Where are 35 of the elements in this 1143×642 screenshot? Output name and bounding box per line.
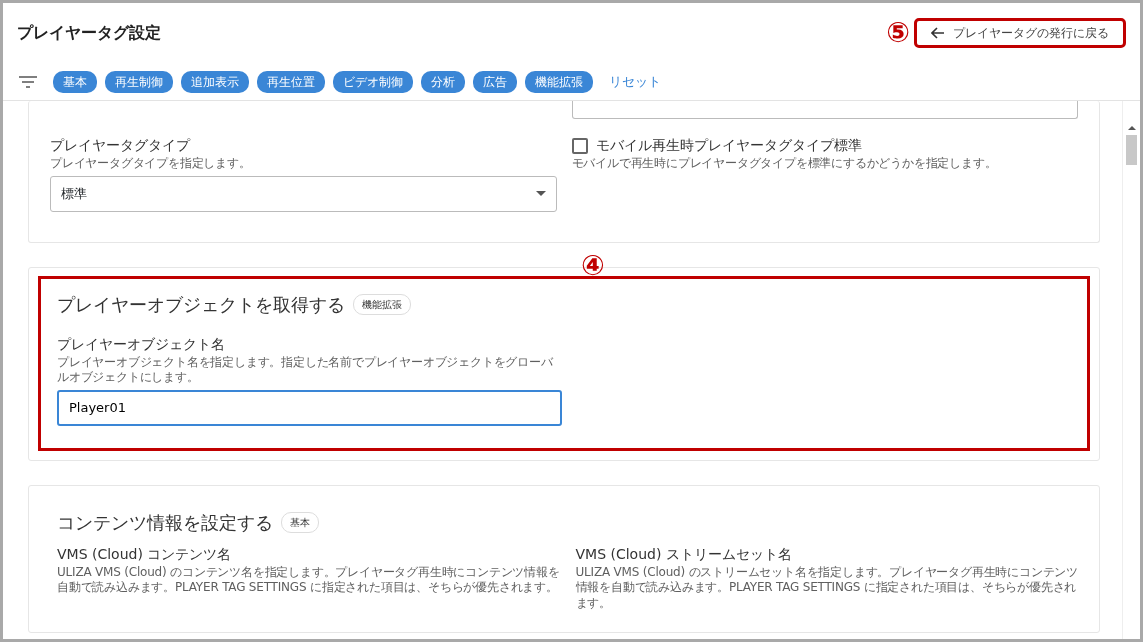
- filter-chip[interactable]: 分析: [421, 70, 465, 93]
- back-arrow-icon: [931, 27, 945, 39]
- text-input[interactable]: Player01: [57, 389, 562, 426]
- annotation-number: ④: [581, 251, 605, 280]
- field-label: VMS (Cloud) ストリームセット名: [575, 544, 793, 564]
- back-button[interactable]: プレイヤータグの発行に戻る: [914, 18, 1126, 48]
- category-tag: 基本: [281, 511, 319, 533]
- section-title: プレイヤーオブジェクトを取得する: [57, 292, 345, 317]
- filter-chip[interactable]: ビデオ制御: [333, 70, 413, 93]
- filter-chip[interactable]: 機能拡張: [525, 70, 593, 93]
- category-tag: 機能拡張: [353, 293, 411, 315]
- field-label: プレイヤータグタイプ: [50, 136, 192, 155]
- field-description: プレイヤータグタイプを指定します。: [50, 156, 252, 172]
- filter-chip[interactable]: 基本: [53, 70, 97, 93]
- annotation-number: ⑤: [886, 19, 910, 47]
- checkbox-label: モバイル再生時プレイヤータグタイプ標準: [595, 136, 862, 155]
- checkbox[interactable]: [571, 137, 588, 154]
- page-title: プレイヤータグ設定: [17, 22, 161, 44]
- filter-chip[interactable]: 広告: [473, 70, 517, 93]
- field-description: モバイルで再生時にプレイヤータグタイプを標準にするかどうかを指定します。: [571, 156, 998, 172]
- filter-chip[interactable]: 再生位置: [257, 70, 325, 93]
- field-label: VMS (Cloud) コンテンツ名: [57, 544, 233, 564]
- select-field[interactable]: 標準: [50, 175, 557, 212]
- filter-chip[interactable]: 再生制御: [105, 70, 173, 93]
- section-title: コンテンツ情報を設定する: [57, 510, 273, 535]
- field-label: プレイヤーオブジェクト名: [57, 334, 226, 354]
- dropdown-caret-icon: [535, 191, 546, 197]
- scroll-up-icon[interactable]: [1127, 125, 1136, 131]
- scroll-thumb[interactable]: [1126, 135, 1137, 165]
- field-description: ULIZA VMS (Cloud) のコンテンツ名を指定します。プレイヤータグ再生時にコンテンツ情報を自動で読み込みます。PLAYER TAG SETTINGS に指定された項目は、そちらが優先されます。: [57, 564, 561, 596]
- filter-icon[interactable]: [19, 75, 37, 88]
- filter-chip[interactable]: 追加表示: [181, 70, 249, 93]
- field-description: ULIZA VMS (Cloud) のストリームセット名を指定します。プレイヤータグ再生時にコンテンツ情報を自動で読み込みます。PLAYER TAG SETTINGS に指定された項目は、そちらが優先されます。: [575, 564, 1079, 612]
- reset-link[interactable]: リセット: [609, 71, 661, 92]
- field-description: プレイヤーオブジェクト名を指定します。指定した名前でプレイヤーオブジェクトをグローバルオブジェクトにします。: [57, 354, 554, 386]
